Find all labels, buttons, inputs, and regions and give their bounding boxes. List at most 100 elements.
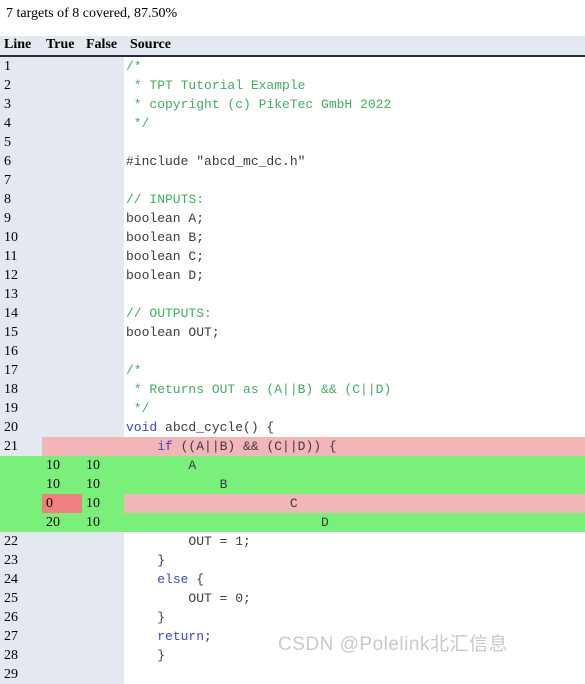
line-number-cell: 9 (0, 209, 42, 228)
source-code-cell: /* (124, 56, 585, 76)
source-code-cell: boolean B; (124, 228, 585, 247)
true-count-cell: 20 (42, 513, 82, 532)
source-code-cell: * copyright (c) PikeTec GmbH 2022 (124, 95, 585, 114)
line-number-cell: 23 (0, 551, 42, 570)
table-header: Line True False Source (0, 36, 585, 57)
true-count-cell (42, 570, 82, 589)
table-row: 14 // OUTPUTS: (0, 304, 585, 323)
true-count-cell (42, 133, 82, 152)
line-number-cell: 12 (0, 266, 42, 285)
false-count-cell (82, 380, 124, 399)
false-count-cell (82, 95, 124, 114)
true-count-cell (42, 437, 82, 456)
table-row: 24 else { (0, 570, 585, 589)
false-count-cell (82, 361, 124, 380)
true-count-cell (42, 171, 82, 190)
line-number-cell: 25 (0, 589, 42, 608)
source-code-cell: } (124, 551, 585, 570)
false-count-cell: 10 (82, 494, 124, 513)
table-row: 17 /* (0, 361, 585, 380)
source-code-cell: OUT = 1; (124, 532, 585, 551)
source-code-cell: void abcd_cycle() { (124, 418, 585, 437)
false-count-cell (82, 418, 124, 437)
true-count-cell (42, 646, 82, 665)
true-count-cell (42, 608, 82, 627)
false-count-cell (82, 532, 124, 551)
source-code-cell: A (124, 456, 585, 475)
line-number-cell: 16 (0, 342, 42, 361)
line-number-cell: 20 (0, 418, 42, 437)
coverage-summary: 7 targets of 8 covered, 87.50% (6, 6, 178, 21)
source-code-cell: C (124, 494, 585, 513)
table-row: 19 */ (0, 399, 585, 418)
source-code-cell: */ (124, 399, 585, 418)
table-row: 13 (0, 285, 585, 304)
source-code-cell: boolean A; (124, 209, 585, 228)
source-code-cell (124, 133, 585, 152)
false-count-cell (82, 437, 124, 456)
table-row: 1 /* (0, 56, 585, 76)
false-count-cell (82, 114, 124, 133)
true-count-cell (42, 76, 82, 95)
line-number-cell: 13 (0, 285, 42, 304)
line-number-cell: 19 (0, 399, 42, 418)
table-row: 12 boolean D; (0, 266, 585, 285)
line-number-cell: 10 (0, 228, 42, 247)
line-number-cell (0, 494, 42, 513)
source-code-cell: } (124, 608, 585, 627)
true-count-cell (42, 323, 82, 342)
table-body: 1/* 2 * TPT Tutorial Example 3 * copyright… (0, 56, 585, 684)
false-count-cell: 10 (82, 456, 124, 475)
coverage-table: Line True False Source 1/* 2 * TPT Tutori… (0, 36, 585, 684)
false-count-cell (82, 247, 124, 266)
line-number-cell: 3 (0, 95, 42, 114)
table-row: 10 10 A (0, 456, 585, 475)
true-count-cell (42, 114, 82, 133)
line-number-cell: 5 (0, 133, 42, 152)
table-row: 8 // INPUTS: (0, 190, 585, 209)
source-code-cell (124, 665, 585, 684)
true-count-cell (42, 399, 82, 418)
true-count-cell (42, 418, 82, 437)
table-row: 5 (0, 133, 585, 152)
table-row: 3 * copyright (c) PikeTec GmbH 2022 (0, 95, 585, 114)
false-count-cell (82, 266, 124, 285)
false-count-cell (82, 228, 124, 247)
false-count-cell: 10 (82, 475, 124, 494)
table-row: 11 boolean C; (0, 247, 585, 266)
source-code-cell (124, 342, 585, 361)
table-row: 27 return; (0, 627, 585, 646)
table-row: 6 #include "abcd_mc_dc.h" (0, 152, 585, 171)
line-number-cell: 2 (0, 76, 42, 95)
true-count-cell (42, 152, 82, 171)
line-number-cell: 24 (0, 570, 42, 589)
false-count-cell (82, 570, 124, 589)
false-count-cell (82, 133, 124, 152)
false-count-cell (82, 171, 124, 190)
false-count-cell: 10 (82, 513, 124, 532)
line-number-cell (0, 456, 42, 475)
true-count-cell (42, 304, 82, 323)
false-count-cell (82, 304, 124, 323)
false-count-cell (82, 608, 124, 627)
table-row: 23 } (0, 551, 585, 570)
false-count-cell (82, 323, 124, 342)
source-code-cell: OUT = 0; (124, 589, 585, 608)
true-count-cell (42, 56, 82, 76)
source-code-cell: } (124, 646, 585, 665)
table-row: 16 (0, 342, 585, 361)
table-row: 18 * Returns OUT as (A||B) && (C||D) (0, 380, 585, 399)
true-count-cell (42, 551, 82, 570)
true-count-cell (42, 380, 82, 399)
true-count-cell (42, 589, 82, 608)
false-count-cell (82, 285, 124, 304)
false-count-cell (82, 76, 124, 95)
true-count-cell: 10 (42, 475, 82, 494)
line-number-cell: 22 (0, 532, 42, 551)
source-code-cell: #include "abcd_mc_dc.h" (124, 152, 585, 171)
false-count-cell (82, 152, 124, 171)
line-number-cell: 4 (0, 114, 42, 133)
line-number-cell (0, 513, 42, 532)
source-code-cell: /* (124, 361, 585, 380)
source-code-cell: if ((A||B) && (C||D)) { (124, 437, 585, 456)
